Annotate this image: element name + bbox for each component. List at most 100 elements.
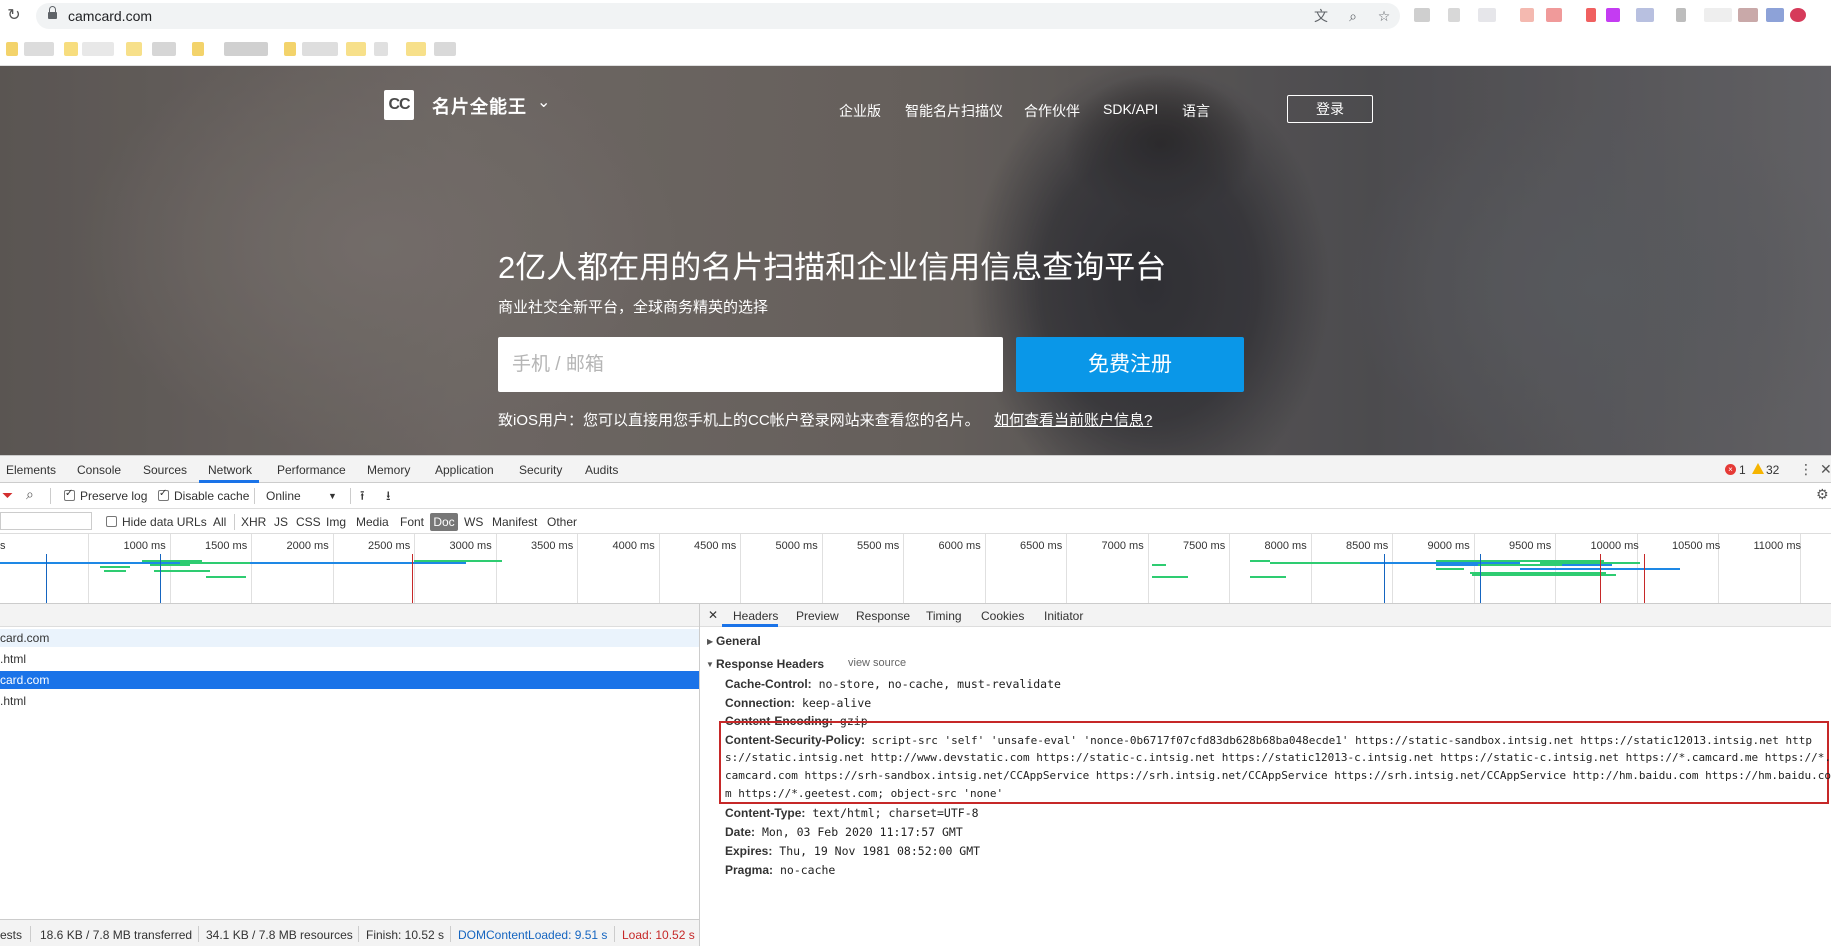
close-detail-icon[interactable]: ✕ <box>708 608 718 622</box>
error-count[interactable]: 1 <box>1739 463 1746 477</box>
extension-icon[interactable] <box>1676 8 1686 22</box>
tab-response[interactable]: Response <box>856 609 910 623</box>
error-icon[interactable]: × <box>1725 464 1736 475</box>
filter-input[interactable] <box>0 512 92 530</box>
filter-all[interactable]: All <box>213 515 226 529</box>
filter-js[interactable]: JS <box>274 515 288 529</box>
nav-language[interactable]: 语言 <box>1182 101 1210 121</box>
request-row[interactable]: .html <box>0 692 699 710</box>
bookmark-folder-icon[interactable] <box>192 42 204 56</box>
tab-performance[interactable]: Performance <box>277 463 346 477</box>
bookmark-item[interactable] <box>152 42 176 56</box>
signup-button[interactable]: 免费注册 <box>1016 337 1244 392</box>
filter-xhr[interactable]: XHR <box>241 515 266 529</box>
extension-icon[interactable] <box>1704 8 1732 22</box>
address-bar[interactable]: camcard.com 文 ⌕ ☆ <box>36 3 1400 29</box>
gear-icon[interactable]: ⚙ <box>1816 486 1829 503</box>
extension-icon[interactable] <box>1606 8 1620 22</box>
hide-data-urls-checkbox[interactable] <box>106 516 117 527</box>
collapse-triangle-icon[interactable]: ▼ <box>706 660 714 669</box>
bookmark-folder-icon[interactable] <box>346 42 366 56</box>
account-info-link[interactable]: 如何查看当前账户信息? <box>994 409 1152 430</box>
nav-partners[interactable]: 合作伙伴 <box>1024 101 1080 121</box>
brand-name[interactable]: 名片全能王 <box>432 93 527 119</box>
translate-icon[interactable]: 文 <box>1312 7 1330 25</box>
bookmark-item[interactable] <box>82 42 114 56</box>
import-har-icon[interactable]: ⭱ <box>360 487 365 509</box>
profile-avatar[interactable] <box>1790 8 1806 22</box>
warning-icon[interactable] <box>1752 463 1764 474</box>
extension-icon[interactable] <box>1738 8 1758 22</box>
nav-enterprise[interactable]: 企业版 <box>839 101 881 121</box>
close-icon[interactable]: ✕ <box>1820 461 1831 478</box>
bookmark-item[interactable] <box>224 42 268 56</box>
tab-sources[interactable]: Sources <box>143 463 187 477</box>
nav-sdk-api[interactable]: SDK/API <box>1103 101 1158 117</box>
bookmark-item[interactable] <box>434 42 456 56</box>
filter-icon[interactable]: ⏷ <box>2 487 13 504</box>
request-row-selected[interactable]: card.com <box>0 671 699 689</box>
extension-icon[interactable] <box>1766 8 1784 22</box>
login-button[interactable]: 登录 <box>1287 95 1373 123</box>
tab-initiator[interactable]: Initiator <box>1044 609 1083 623</box>
disable-cache-checkbox[interactable] <box>158 488 169 501</box>
tab-cookies[interactable]: Cookies <box>981 609 1024 623</box>
extension-icon[interactable] <box>1586 8 1596 22</box>
tab-security[interactable]: Security <box>519 463 562 477</box>
filter-font[interactable]: Font <box>400 515 424 529</box>
chevron-down-icon[interactable]: ⌄ <box>537 92 550 112</box>
zoom-icon[interactable]: ⌕ <box>1344 7 1362 25</box>
extension-icon[interactable] <box>1520 8 1534 22</box>
filter-img[interactable]: Img <box>326 515 346 529</box>
bookmark-folder-icon[interactable] <box>64 42 78 56</box>
tab-console[interactable]: Console <box>77 463 121 477</box>
chevron-down-icon[interactable]: ▼ <box>328 491 337 501</box>
export-har-icon[interactable]: ⭳ <box>386 487 391 509</box>
tab-headers[interactable]: Headers <box>733 609 778 623</box>
extension-icon[interactable] <box>1448 8 1460 22</box>
network-overview-timeline[interactable]: s 1000 ms 1500 ms 2000 ms 2500 ms 3000 ms 3500… <box>0 534 1831 604</box>
filter-other[interactable]: Other <box>547 515 577 529</box>
url-text[interactable]: camcard.com <box>68 8 152 24</box>
filter-ws[interactable]: WS <box>464 515 483 529</box>
bookmark-folder-icon[interactable] <box>406 42 426 56</box>
filter-doc[interactable]: Doc <box>430 513 458 531</box>
preserve-log-checkbox[interactable] <box>64 488 75 501</box>
request-row[interactable]: card.com <box>0 629 699 647</box>
tab-application[interactable]: Application <box>435 463 494 477</box>
more-options-icon[interactable]: ⋮ <box>1799 461 1813 478</box>
extension-icon[interactable] <box>1478 8 1496 22</box>
throttle-select[interactable]: Online <box>266 489 301 503</box>
filter-media[interactable]: Media <box>356 515 389 529</box>
warning-count[interactable]: 32 <box>1766 463 1779 477</box>
extension-icon[interactable] <box>1546 8 1562 22</box>
bookmark-folder-icon[interactable] <box>284 42 296 56</box>
view-source-link[interactable]: view source <box>848 657 906 669</box>
tab-memory[interactable]: Memory <box>367 463 410 477</box>
general-section[interactable]: General <box>716 634 761 648</box>
camcard-logo[interactable]: CC <box>384 90 414 120</box>
nav-scanner[interactable]: 智能名片扫描仪 <box>905 101 1003 121</box>
expand-triangle-icon[interactable]: ▶ <box>707 637 713 646</box>
bookmark-item[interactable] <box>302 42 338 56</box>
filter-manifest[interactable]: Manifest <box>492 515 537 529</box>
bookmark-item[interactable] <box>24 42 54 56</box>
extension-icon[interactable] <box>1414 8 1430 22</box>
timeline-tick-label: 2000 ms <box>286 540 329 552</box>
tab-preview[interactable]: Preview <box>796 609 839 623</box>
extension-icon[interactable] <box>1636 8 1654 22</box>
phone-email-input[interactable] <box>498 337 1003 392</box>
tab-network[interactable]: Network <box>208 463 252 477</box>
filter-css[interactable]: CSS <box>296 515 321 529</box>
bookmark-folder-icon[interactable] <box>126 42 142 56</box>
bookmark-star-icon[interactable]: ☆ <box>1375 7 1393 25</box>
tab-elements[interactable]: Elements <box>6 463 56 477</box>
reload-icon[interactable]: ↻ <box>4 6 24 26</box>
tab-audits[interactable]: Audits <box>585 463 618 477</box>
bookmark-item[interactable] <box>374 42 388 56</box>
response-headers-section[interactable]: Response Headers <box>716 657 824 671</box>
search-icon[interactable]: ⌕ <box>26 486 34 503</box>
bookmark-folder-icon[interactable] <box>6 42 18 56</box>
request-row[interactable]: .html <box>0 650 699 668</box>
tab-timing[interactable]: Timing <box>926 609 962 623</box>
